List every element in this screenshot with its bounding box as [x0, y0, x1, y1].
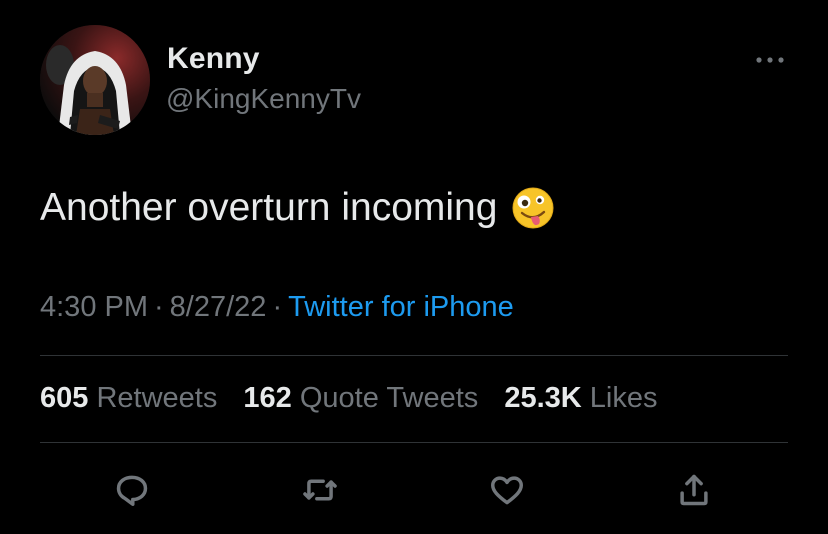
tweet-source-link[interactable]: Twitter for iPhone — [288, 291, 514, 323]
zany-face-icon — [511, 186, 555, 230]
divider — [40, 442, 788, 443]
tweet-text-content: Another overturn incoming — [40, 186, 498, 229]
tweet-time[interactable]: 4:30 PM — [40, 291, 148, 323]
retweets-count: 605 — [40, 382, 89, 414]
tweet-stats: 605 Retweets 162 Quote Tweets 25.3K Like… — [40, 382, 675, 415]
author-handle[interactable]: @KingKennyTv — [166, 83, 361, 115]
reply-icon — [116, 475, 148, 506]
likes-count: 25.3K — [504, 382, 582, 414]
tweet-date[interactable]: 8/27/22 — [170, 291, 267, 323]
divider — [40, 355, 788, 356]
retweet-icon — [303, 479, 337, 501]
like-icon — [491, 476, 523, 505]
likes-stat[interactable]: 25.3K Likes — [504, 382, 657, 414]
quote-tweets-count: 162 — [243, 382, 292, 414]
avatar-photo — [40, 25, 150, 135]
quote-tweets-label: Quote Tweets — [299, 382, 479, 414]
author-display-name[interactable]: Kenny — [167, 42, 260, 76]
more-options-button[interactable] — [752, 48, 788, 72]
avatar[interactable] — [40, 25, 150, 135]
share-button[interactable] — [672, 468, 716, 512]
tweet-text: Another overturn incoming — [40, 186, 555, 230]
tweet-meta: 4:30 PM · 8/27/22 · Twitter for iPhone — [40, 291, 514, 324]
quote-tweets-stat[interactable]: 162 Quote Tweets — [243, 382, 478, 414]
retweets-stat[interactable]: 605 Retweets — [40, 382, 217, 414]
like-button[interactable] — [485, 468, 529, 512]
likes-label: Likes — [589, 382, 658, 414]
meta-separator: · — [272, 291, 283, 323]
share-icon — [680, 474, 708, 506]
retweet-button[interactable] — [298, 468, 342, 512]
retweets-label: Retweets — [96, 382, 218, 414]
reply-button[interactable] — [110, 468, 154, 512]
more-dots-icon — [756, 57, 784, 63]
meta-separator: · — [154, 291, 164, 323]
tweet-actions — [0, 468, 828, 512]
